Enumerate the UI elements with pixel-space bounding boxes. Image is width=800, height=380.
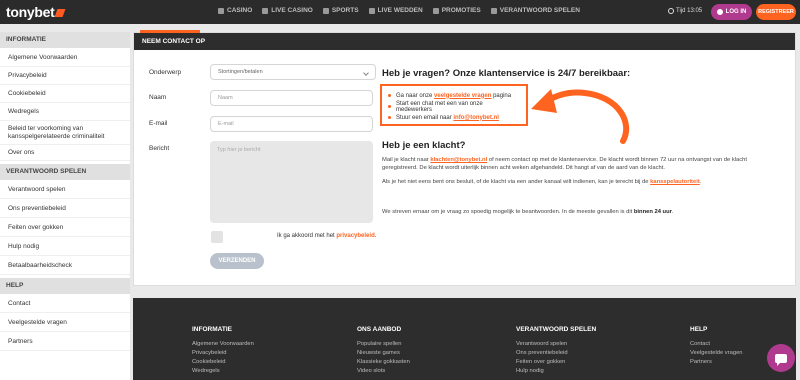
sports-icon: [322, 7, 329, 14]
subject-select[interactable]: Stortingen/betalen: [210, 64, 376, 80]
nav-live-wedden[interactable]: LIVE WEDDEN: [368, 7, 423, 14]
register-button[interactable]: REGISTREER: [756, 4, 796, 20]
footer-link[interactable]: Hulp nodig: [516, 368, 596, 377]
subject-label: Onderwerp: [149, 69, 182, 76]
sidebar: INFORMATIE Algemene Voorwaarden Privacyb…: [0, 32, 130, 380]
sidebar-item-verantwoord-spelen[interactable]: Verantwoord spelen: [0, 180, 130, 199]
footer-link[interactable]: Algemene Voorwaarden: [192, 341, 254, 350]
footer-col-verantwoord-spelen: VERANTWOORD SPELEN Verantwoord spelen On…: [516, 326, 596, 377]
email-label: E-mail: [149, 120, 168, 127]
user-icon: [716, 9, 723, 15]
login-button[interactable]: LOG IN: [711, 4, 752, 20]
sidebar-item-beleid-criminaliteit[interactable]: Beleid ter voorkoming van kansspelgerela…: [0, 121, 130, 145]
footer: INFORMATIE Algemene Voorwaarden Privacyb…: [133, 298, 796, 380]
complaint-paragraph-3: We streven ernaar om je vraag zo spoedig…: [382, 209, 674, 215]
complaint-heading: Heb je een klacht?: [382, 140, 466, 151]
footer-link[interactable]: Veelgestelde vragen: [690, 350, 743, 359]
footer-link[interactable]: Video slots: [357, 368, 410, 377]
main-nav: CASINO LIVE CASINO SPORTS LIVE WEDDEN PR…: [218, 7, 580, 14]
nav-promoties[interactable]: PROMOTIES: [432, 7, 481, 14]
footer-link[interactable]: Cookiebeleid: [192, 359, 254, 368]
sidebar-item-betaalbaarheidscheck[interactable]: Betaalbaarheidscheck: [0, 256, 130, 275]
nav-live-casino[interactable]: LIVE CASINO: [262, 7, 313, 14]
sidebar-item-preventiebeleid[interactable]: Ons preventiebeleid: [0, 199, 130, 218]
clock: Tijd 13:05: [668, 8, 702, 14]
agree-text: Ik ga akkoord met het privacybeleid.: [277, 233, 377, 239]
message-textarea[interactable]: Typ hier je bericht: [210, 141, 373, 223]
complaint-paragraph-1: Mail je klacht naar klachten@tonybet.nl …: [382, 157, 747, 171]
bullet-icon: [388, 94, 391, 97]
footer-link[interactable]: Populaire spellen: [357, 341, 410, 350]
info-row-faq: Ga naar onze veelgestelde vragen pagina: [388, 90, 520, 101]
sidebar-item-privacybeleid[interactable]: Privacybeleid: [0, 67, 130, 85]
footer-link[interactable]: Contact: [690, 341, 743, 350]
sidebar-item-veelgestelde-vragen[interactable]: Veelgestelde vragen: [0, 313, 130, 332]
bullet-icon: [388, 105, 391, 108]
info-row-email: Stuur een email naar info@tonybet.nl: [388, 112, 520, 123]
gift-icon: [432, 7, 439, 14]
send-button[interactable]: VERZENDEN: [210, 253, 264, 269]
live-betting-icon: [368, 7, 375, 14]
logo-text: tonybet: [6, 4, 55, 20]
name-input[interactable]: Naam: [210, 90, 373, 106]
sidebar-item-wedregels[interactable]: Wedregels: [0, 103, 130, 121]
footer-link[interactable]: Nieuwste games: [357, 350, 410, 359]
bullet-icon: [388, 116, 391, 119]
footer-link[interactable]: Feiten over gokken: [516, 359, 596, 368]
sidebar-item-feiten-over-gokken[interactable]: Feiten over gokken: [0, 218, 130, 237]
footer-link[interactable]: Privacybeleid: [192, 350, 254, 359]
info-box: Ga naar onze veelgestelde vragen pagina …: [380, 84, 528, 126]
chat-icon: [775, 353, 787, 366]
faq-link[interactable]: veelgestelde vragen: [434, 93, 491, 99]
nav-sports[interactable]: SPORTS: [322, 7, 359, 14]
live-casino-icon: [262, 7, 269, 14]
sidebar-item-cookiebeleid[interactable]: Cookiebeleid: [0, 85, 130, 103]
sidebar-item-over-ons[interactable]: Over ons: [0, 145, 130, 161]
clock-icon: [668, 8, 674, 14]
footer-col-informatie: INFORMATIE Algemene Voorwaarden Privacyb…: [192, 326, 254, 377]
complaint-paragraph-2: Als je het niet eens bent ons besluit, o…: [382, 179, 702, 185]
message-label: Bericht: [149, 145, 170, 152]
privacy-link[interactable]: privacybeleid: [336, 233, 374, 239]
info-row-chat: Start een chat met een van onze medewerk…: [388, 101, 520, 113]
sidebar-section-informatie: INFORMATIE: [0, 32, 130, 48]
complaint-email-link[interactable]: klachten@tonybet.nl: [430, 157, 487, 163]
sidebar-item-algemene-voorwaarden[interactable]: Algemene Voorwaarden: [0, 48, 130, 67]
sidebar-item-contact[interactable]: Contact: [0, 294, 130, 313]
header-accent: [140, 30, 200, 33]
casino-icon: [218, 7, 224, 14]
contact-card: NEEM CONTACT OP Onderwerp Stortingen/bet…: [133, 30, 796, 286]
sidebar-item-partners[interactable]: Partners: [0, 332, 130, 351]
footer-link[interactable]: Ons preventiebeleid: [516, 350, 596, 359]
info-heading: Heb je vragen? Onze klantenservice is 24…: [382, 68, 631, 79]
footer-link[interactable]: Partners: [690, 359, 743, 368]
email-link[interactable]: info@tonybet.nl: [453, 115, 499, 121]
name-label: Naam: [149, 94, 167, 101]
pointer-arrow-icon: [531, 89, 630, 144]
shield-icon: [490, 7, 497, 14]
live-chat-button[interactable]: [767, 344, 795, 372]
sidebar-section-verantwoord-spelen: VERANTWOORD SPELEN: [0, 164, 130, 180]
sidebar-section-help: HELP: [0, 278, 130, 294]
contact-card-header: NEEM CONTACT OP: [134, 30, 795, 50]
top-bar: tonybet CASINO LIVE CASINO SPORTS LIVE W…: [0, 0, 800, 24]
footer-col-ons-aanbod: ONS AANBOD Populaire spellen Nieuwste ga…: [357, 326, 410, 377]
footer-col-help: HELP Contact Veelgestelde vragen Partner…: [690, 326, 743, 368]
kansspelautoriteit-link[interactable]: kansspelautoriteit: [650, 179, 700, 185]
logo[interactable]: tonybet: [6, 4, 66, 20]
footer-link[interactable]: Verantwoord spelen: [516, 341, 596, 350]
footer-link[interactable]: Wedregels: [192, 368, 254, 377]
nav-verantwoord-spelen[interactable]: VERANTWOORD SPELEN: [490, 7, 580, 14]
sidebar-item-hulp-nodig[interactable]: Hulp nodig: [0, 237, 130, 256]
logo-mark-icon: [54, 9, 66, 17]
agree-checkbox[interactable]: [211, 231, 223, 243]
chevron-down-icon: [363, 70, 369, 76]
footer-link[interactable]: Klassieke gokkasten: [357, 359, 410, 368]
email-input[interactable]: E-mail: [210, 116, 373, 132]
nav-casino[interactable]: CASINO: [218, 7, 252, 14]
